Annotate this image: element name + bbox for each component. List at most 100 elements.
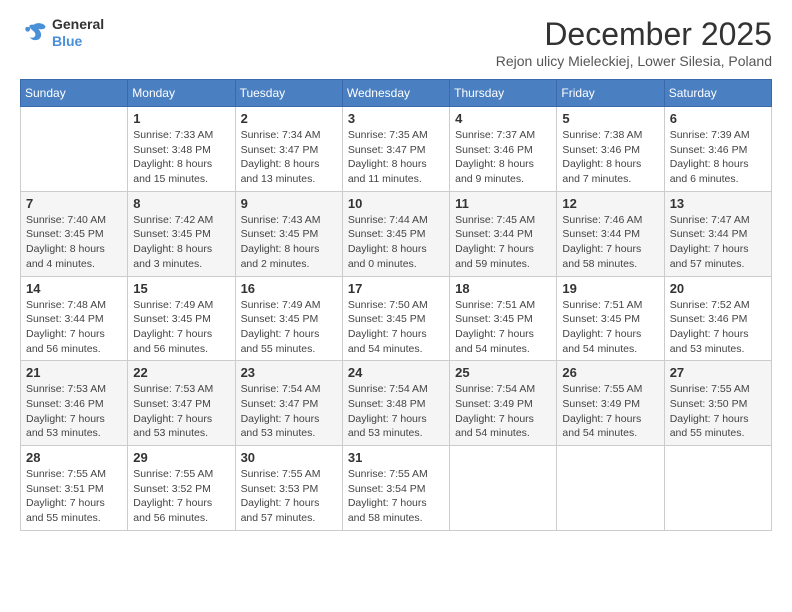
day-number: 16 [241,281,337,296]
day-number: 22 [133,365,229,380]
logo-icon [20,19,48,47]
calendar-cell: 17 Sunrise: 7:50 AMSunset: 3:45 PMDayligh… [342,276,449,361]
calendar-cell: 14Sunrise: 7:48 AMSunset: 3:44 PMDayligh… [21,276,128,361]
day-number: 21 [26,365,122,380]
day-number: 18 [455,281,551,296]
calendar-cell: 6 Sunrise: 7:39 AMSunset: 3:46 PMDaylight… [664,107,771,192]
day-info: Sunrise: 7:38 AMSunset: 3:46 PMDaylight:… [562,128,658,187]
calendar-cell: 26Sunrise: 7:55 AMSunset: 3:49 PMDayligh… [557,361,664,446]
day-number: 5 [562,111,658,126]
calendar-week-row: 7 Sunrise: 7:40 AMSunset: 3:45 PMDaylight… [21,191,772,276]
calendar-cell: 12Sunrise: 7:46 AMSunset: 3:44 PMDayligh… [557,191,664,276]
day-info: Sunrise: 7:54 AMSunset: 3:49 PMDaylight:… [455,382,551,441]
day-number: 14 [26,281,122,296]
calendar-cell: 18Sunrise: 7:51 AMSunset: 3:45 PMDayligh… [450,276,557,361]
day-number: 19 [562,281,658,296]
calendar-cell: 3Sunrise: 7:35 AMSunset: 3:47 PMDaylight… [342,107,449,192]
day-info: Sunrise: 7:43 AMSunset: 3:45 PMDaylight:… [241,213,337,272]
day-number: 13 [670,196,766,211]
day-number: 10 [348,196,444,211]
day-number: 23 [241,365,337,380]
day-number: 30 [241,450,337,465]
day-number: 24 [348,365,444,380]
day-number: 27 [670,365,766,380]
logo-general: General [52,16,104,33]
weekday-header: Wednesday [342,80,449,107]
day-info: Sunrise: 7:55 AMSunset: 3:53 PMDaylight:… [241,467,337,526]
logo-blue: Blue [52,33,104,50]
day-info: Sunrise: 7:44 AMSunset: 3:45 PMDaylight:… [348,213,444,272]
day-number: 7 [26,196,122,211]
day-number: 29 [133,450,229,465]
logo: General Blue [20,16,104,50]
day-info: Sunrise: 7:40 AMSunset: 3:45 PMDaylight:… [26,213,122,272]
logo-text: General Blue [52,16,104,50]
day-info: Sunrise: 7:37 AMSunset: 3:46 PMDaylight:… [455,128,551,187]
weekday-header: Thursday [450,80,557,107]
day-info: Sunrise: 7:55 AMSunset: 3:50 PMDaylight:… [670,382,766,441]
day-info: Sunrise: 7:42 AMSunset: 3:45 PMDaylight:… [133,213,229,272]
calendar-cell: 28 Sunrise: 7:55 AMSunset: 3:51 PMDayligh… [21,446,128,531]
day-info: Sunrise: 7:55 AMSunset: 3:49 PMDaylight:… [562,382,658,441]
weekday-header: Saturday [664,80,771,107]
day-info: Sunrise: 7:49 AMSunset: 3:45 PMDaylight:… [241,298,337,357]
calendar-cell: 4 Sunrise: 7:37 AMSunset: 3:46 PMDaylight… [450,107,557,192]
header: General Blue December 2025 Rejon ulicy M… [20,16,772,69]
day-info: Sunrise: 7:49 AMSunset: 3:45 PMDaylight:… [133,298,229,357]
day-number: 28 [26,450,122,465]
day-number: 31 [348,450,444,465]
weekday-header: Monday [128,80,235,107]
day-number: 25 [455,365,551,380]
day-number: 8 [133,196,229,211]
day-info: Sunrise: 7:55 AMSunset: 3:52 PMDaylight:… [133,467,229,526]
day-number: 17 [348,281,444,296]
day-number: 4 [455,111,551,126]
calendar-cell: 8 Sunrise: 7:42 AMSunset: 3:45 PMDaylight… [128,191,235,276]
weekday-header: Tuesday [235,80,342,107]
month-title: December 2025 [496,16,772,53]
day-number: 6 [670,111,766,126]
day-info: Sunrise: 7:39 AMSunset: 3:46 PMDaylight:… [670,128,766,187]
day-info: Sunrise: 7:54 AMSunset: 3:48 PMDaylight:… [348,382,444,441]
calendar-cell: 30 Sunrise: 7:55 AMSunset: 3:53 PMDayligh… [235,446,342,531]
day-number: 2 [241,111,337,126]
title-area: December 2025 Rejon ulicy Mieleckiej, Lo… [496,16,772,69]
calendar-cell: 1Sunrise: 7:33 AMSunset: 3:48 PMDaylight… [128,107,235,192]
day-info: Sunrise: 7:52 AMSunset: 3:46 PMDaylight:… [670,298,766,357]
day-info: Sunrise: 7:51 AMSunset: 3:45 PMDaylight:… [562,298,658,357]
day-number: 11 [455,196,551,211]
calendar-cell: 10 Sunrise: 7:44 AMSunset: 3:45 PMDayligh… [342,191,449,276]
calendar-week-row: 1Sunrise: 7:33 AMSunset: 3:48 PMDaylight… [21,107,772,192]
calendar-cell: 5 Sunrise: 7:38 AMSunset: 3:46 PMDaylight… [557,107,664,192]
calendar-cell: 2 Sunrise: 7:34 AMSunset: 3:47 PMDaylight… [235,107,342,192]
calendar-cell: 25 Sunrise: 7:54 AMSunset: 3:49 PMDayligh… [450,361,557,446]
calendar-cell: 9Sunrise: 7:43 AMSunset: 3:45 PMDaylight… [235,191,342,276]
weekday-header-row: SundayMondayTuesdayWednesdayThursdayFrid… [21,80,772,107]
calendar: SundayMondayTuesdayWednesdayThursdayFrid… [20,79,772,531]
calendar-cell: 27 Sunrise: 7:55 AMSunset: 3:50 PMDayligh… [664,361,771,446]
calendar-cell: 13Sunrise: 7:47 AMSunset: 3:44 PMDayligh… [664,191,771,276]
calendar-cell: 31 Sunrise: 7:55 AMSunset: 3:54 PMDayligh… [342,446,449,531]
day-info: Sunrise: 7:34 AMSunset: 3:47 PMDaylight:… [241,128,337,187]
calendar-week-row: 28 Sunrise: 7:55 AMSunset: 3:51 PMDayligh… [21,446,772,531]
day-info: Sunrise: 7:54 AMSunset: 3:47 PMDaylight:… [241,382,337,441]
subtitle: Rejon ulicy Mieleckiej, Lower Silesia, P… [496,53,772,69]
calendar-cell [557,446,664,531]
calendar-cell: 20Sunrise: 7:52 AMSunset: 3:46 PMDayligh… [664,276,771,361]
day-info: Sunrise: 7:55 AMSunset: 3:54 PMDaylight:… [348,467,444,526]
day-info: Sunrise: 7:55 AMSunset: 3:51 PMDaylight:… [26,467,122,526]
calendar-cell [21,107,128,192]
day-number: 12 [562,196,658,211]
calendar-cell: 15Sunrise: 7:49 AMSunset: 3:45 PMDayligh… [128,276,235,361]
day-number: 1 [133,111,229,126]
day-info: Sunrise: 7:53 AMSunset: 3:47 PMDaylight:… [133,382,229,441]
weekday-header: Friday [557,80,664,107]
calendar-cell: 7 Sunrise: 7:40 AMSunset: 3:45 PMDaylight… [21,191,128,276]
weekday-header: Sunday [21,80,128,107]
day-info: Sunrise: 7:45 AMSunset: 3:44 PMDaylight:… [455,213,551,272]
calendar-cell: 21 Sunrise: 7:53 AMSunset: 3:46 PMDayligh… [21,361,128,446]
day-info: Sunrise: 7:50 AMSunset: 3:45 PMDaylight:… [348,298,444,357]
day-info: Sunrise: 7:53 AMSunset: 3:46 PMDaylight:… [26,382,122,441]
calendar-cell: 11 Sunrise: 7:45 AMSunset: 3:44 PMDayligh… [450,191,557,276]
calendar-cell: 23 Sunrise: 7:54 AMSunset: 3:47 PMDayligh… [235,361,342,446]
